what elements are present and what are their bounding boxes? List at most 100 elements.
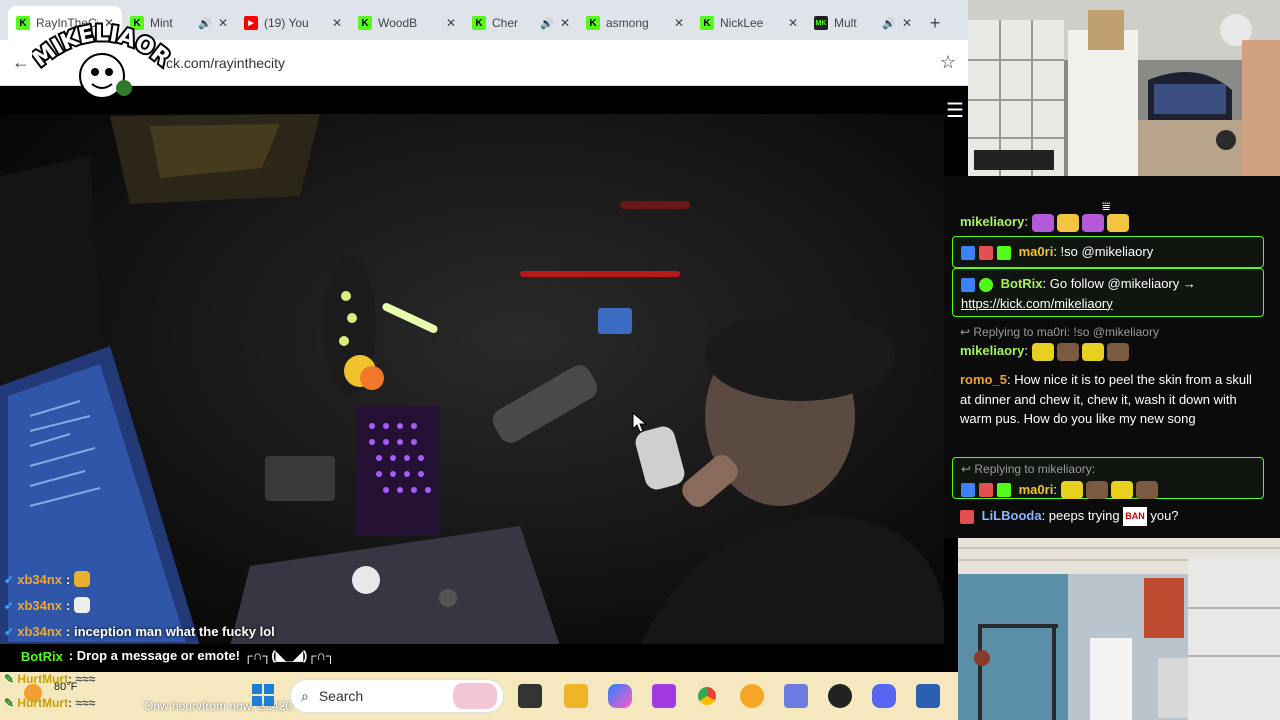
follow-link[interactable]: https://kick.com/mikeliaory: [961, 296, 1113, 311]
close-tab-icon[interactable]: ✕: [788, 16, 798, 30]
reply-context[interactable]: ↩ Replying to ma0ri: !so @mikeliaory: [960, 323, 1264, 343]
sun-app-icon[interactable]: [740, 684, 764, 708]
emote-icon: [1081, 342, 1104, 361]
app-icon[interactable]: [784, 684, 808, 708]
stream-scene-art: [0, 86, 944, 646]
overlay-chat-line: ➶ xb34nx:: [4, 592, 275, 618]
kick-favicon-icon: K: [472, 16, 486, 30]
emote-icon: [1056, 342, 1079, 361]
pepe-emote: [74, 571, 91, 587]
close-tab-icon[interactable]: ✕: [218, 16, 228, 30]
emote-icon: [1106, 213, 1129, 232]
close-tab-icon[interactable]: ✕: [560, 16, 570, 30]
bot-username: BotRix: [20, 648, 63, 664]
tab-label: WoodB: [378, 16, 418, 30]
task-view-icon[interactable]: [518, 684, 542, 708]
chat-badge-icon: ➶: [4, 599, 14, 612]
kick-favicon-icon: K: [586, 16, 600, 30]
chat-username: xb34nx: [17, 623, 63, 639]
chat-message: LiLBooda: peeps trying BAN you?: [960, 506, 1264, 527]
close-tab-icon[interactable]: ✕: [674, 16, 684, 30]
channel-logo: MIKELIAORY: [21, 0, 176, 104]
chat-text: :: [66, 597, 71, 613]
back-arrow-icon[interactable]: ←: [12, 52, 32, 73]
emote-icon: [1106, 342, 1129, 361]
windows-taskbar: 80°F ✎ HurtMurt: ≈≈≈ ✎ HurtMurt: ≈≈≈ Onw…: [0, 672, 958, 720]
stream-video[interactable]: [0, 86, 944, 646]
close-tab-icon[interactable]: ✕: [446, 16, 456, 30]
bookmark-star-icon[interactable]: ☆: [940, 52, 956, 73]
subscriber-badge-icon: [997, 245, 1011, 260]
verified-badge-icon: [979, 277, 993, 292]
moderator-badge-icon: [961, 277, 975, 292]
moderator-badge-icon: [961, 483, 975, 498]
discord-icon[interactable]: [872, 684, 896, 708]
youtube-favicon-icon: ▶: [244, 16, 258, 30]
chat-username: xb34nx: [17, 597, 63, 613]
kick-favicon-icon: K: [700, 16, 714, 30]
close-tab-icon[interactable]: ✕: [902, 16, 912, 30]
chat-badge-icon: ⊠: [4, 648, 15, 663]
browser-tab[interactable]: Kasmong ✕: [578, 6, 692, 40]
search-placeholder: Search: [318, 688, 364, 704]
ban-emote: BAN: [1123, 506, 1147, 527]
chat-message: mikeliaory:: [960, 341, 1264, 361]
subscriber-badge-icon: [997, 483, 1011, 498]
emote-icon: [1110, 481, 1133, 500]
chat-badge-icon: ➶: [4, 625, 14, 638]
emote-icon: [1081, 213, 1104, 232]
mikeliaory-logo-art: MIKELIAORY: [21, 0, 176, 99]
gift-badge-icon: [979, 245, 993, 260]
windows-start-icon[interactable]: [252, 684, 274, 706]
url-field[interactable]: ck.com/rayinthecity: [166, 55, 285, 71]
chrome-icon[interactable]: [695, 684, 719, 708]
bot-message: : Drop a message or emote! ┌∩┐(◣_◢)┌∩┐: [68, 648, 336, 663]
chat-message-highlighted: ma0ri: !so @mikeliaory: [952, 236, 1264, 268]
kick-favicon-icon: K: [16, 16, 30, 30]
browser-tab[interactable]: K Cher 🔊 ✕: [464, 6, 578, 40]
browser-tab[interactable]: K NickLee ✕: [692, 6, 806, 40]
webcam-gym-art: [958, 538, 1280, 720]
overlay-chat-line: ➶ xb34nx:: [4, 566, 275, 592]
chat-username: xb34nx: [17, 571, 63, 587]
gift-badge-icon: [960, 509, 974, 524]
word-icon[interactable]: [916, 684, 940, 708]
chat-text: :: [66, 571, 71, 587]
copilot-icon[interactable]: [608, 684, 632, 708]
browser-tab[interactable]: MK Mult 🔊 ✕: [806, 6, 920, 40]
speaker-icon[interactable]: 🔊: [198, 17, 212, 30]
close-tab-icon[interactable]: ✕: [332, 16, 342, 30]
taskbar-search[interactable]: ⌕ Search: [290, 679, 504, 713]
emote-icon: [1056, 213, 1079, 232]
new-tab-button[interactable]: +: [920, 6, 950, 40]
overlay-chat-line: ➶ xb34nx: inception man what the fucky lo…: [4, 618, 275, 644]
obs-icon[interactable]: [828, 684, 852, 708]
chat-text: : inception man what the fucky lol: [66, 623, 275, 639]
kick-favicon-icon: K: [358, 16, 372, 30]
tab-label: Mult: [834, 16, 857, 30]
speaker-icon[interactable]: 🔊: [882, 17, 896, 30]
speaker-icon[interactable]: 🔊: [540, 17, 554, 30]
overlay-chat-line: ✎ HurtMurt: ≈≈≈: [4, 696, 96, 710]
picsart-icon[interactable]: [652, 684, 676, 708]
gift-badge-icon: [979, 483, 993, 498]
hamburger-menu-icon[interactable]: ☰: [946, 98, 968, 123]
skull-emote: [74, 597, 91, 613]
emote-icon: [1031, 213, 1054, 232]
tab-label: asmong: [606, 16, 649, 30]
emote-icon: [1031, 342, 1054, 361]
overlay-chat-line: ✎ HurtMurt: ≈≈≈: [4, 672, 96, 686]
file-explorer-icon[interactable]: [564, 684, 588, 708]
browser-tab[interactable]: ▶ (19) You ✕: [236, 6, 350, 40]
chat-message-highlighted: ↩ Replying to mikeliaory: ma0ri:: [952, 457, 1264, 500]
chat-message: mikeliaory:: [960, 212, 1264, 232]
webcam-room-art: [968, 0, 1280, 176]
emote-icon: [1085, 481, 1108, 500]
emote-icon: [1135, 481, 1158, 500]
moderator-badge-icon: [961, 245, 975, 260]
chat-panel: ⩸ mikeliaory: ma0ri: !so @mikeliaory Bot…: [944, 176, 1280, 538]
webcam-gym-view: [958, 538, 1280, 720]
browser-tab[interactable]: K WoodB ✕: [350, 6, 464, 40]
mk-favicon-icon: MK: [814, 16, 828, 30]
search-icon: ⌕: [301, 687, 309, 704]
